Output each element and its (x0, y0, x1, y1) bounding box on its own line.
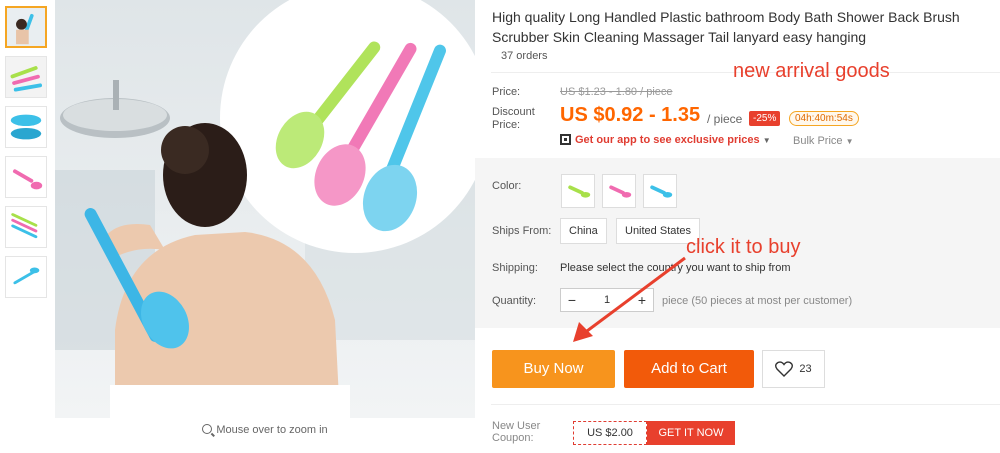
app-offer-link[interactable]: Get our app to see exclusive prices ▼ (560, 134, 771, 146)
wishlist-count: 23 (799, 363, 812, 375)
chevron-down-icon: ▼ (762, 136, 771, 145)
price-unit: / piece (707, 112, 743, 126)
coupon-label: New User Coupon: (492, 420, 541, 444)
discount-price-label: Discount Price: (492, 106, 535, 131)
color-swatch-blue[interactable] (643, 174, 677, 208)
quantity-label: Quantity: (492, 295, 537, 307)
color-swatch-green[interactable] (561, 174, 595, 208)
thumbnail-strip (5, 6, 47, 306)
zoom-hint-text: Mouse over to zoom in (216, 424, 328, 436)
new-arrival-annotation: new arrival goods (733, 60, 890, 82)
thumbnail-1[interactable] (5, 6, 47, 48)
original-price: US $1.23 - 1.80 / piece (560, 86, 673, 98)
qr-code-icon (560, 134, 571, 145)
color-label: Color: (492, 180, 522, 192)
ships-from-china[interactable]: China (560, 218, 607, 244)
divider (491, 404, 1000, 405)
product-title: High quality Long Handled Plastic bathro… (492, 9, 960, 45)
app-offer-text: Get our app to see exclusive prices (575, 134, 760, 146)
discount-badge: -25% (749, 111, 781, 126)
arrow-annotation (573, 256, 686, 342)
thumbnail-2[interactable] (5, 56, 47, 98)
thumbnail-6[interactable] (5, 256, 47, 298)
wishlist-button[interactable]: 23 (762, 350, 825, 388)
add-to-cart-button[interactable]: Add to Cart (624, 350, 754, 388)
thumbnail-3[interactable] (5, 106, 47, 148)
countdown-timer: 04h:40m:54s (789, 111, 859, 126)
get-coupon-button[interactable]: GET IT NOW (647, 421, 735, 445)
price-label: Price: (492, 86, 521, 98)
magnifier-icon (202, 424, 213, 434)
chevron-down-icon: ▼ (845, 137, 854, 146)
heart-icon (775, 361, 794, 377)
bulk-price-dropdown[interactable]: Bulk Price ▼ (793, 135, 854, 147)
orders-count: 37 orders (501, 50, 548, 62)
thumbnail-4[interactable] (5, 156, 47, 198)
coupon-value: US $2.00 (573, 421, 647, 445)
color-swatch-pink[interactable] (602, 174, 636, 208)
thumbnail-5[interactable] (5, 206, 47, 248)
bulk-price-text: Bulk Price (793, 135, 843, 147)
ships-from-label: Ships From: (492, 225, 552, 237)
main-product-image[interactable] (55, 0, 475, 418)
discount-price: US $0.92 - 1.35 (560, 104, 701, 126)
zoom-hint: Mouse over to zoom in (55, 424, 475, 436)
shipping-label: Shipping: (492, 262, 538, 274)
buy-now-button[interactable]: Buy Now (492, 350, 615, 388)
